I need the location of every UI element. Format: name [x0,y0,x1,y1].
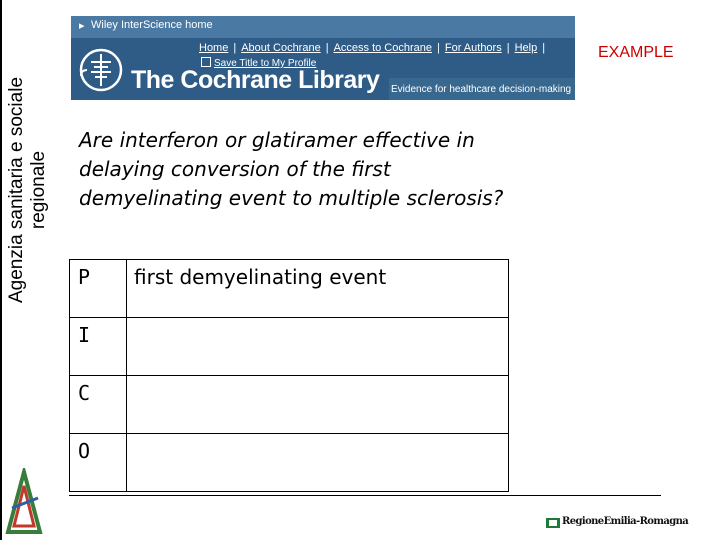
pico-value-cell: first demyelinating event [126,259,509,318]
table-row: P first demyelinating event [69,259,509,318]
left-edge-line [0,0,2,540]
home-arrow-icon: ▸ [79,19,85,32]
example-label: EXAMPLE [598,44,674,61]
banner-nav: Home | About Cochrane | Access to Cochrane | F… [199,42,546,54]
cochrane-library-title: The Cochrane Library [131,66,380,94]
agency-name-line2: regionale [28,150,49,230]
nav-authors-link[interactable]: For Authors [445,42,502,54]
cochrane-library-banner: ▸ Wiley InterScience home Home | About Coc… [71,16,575,100]
table-row: I [69,317,509,376]
cochrane-logo-icon [79,48,123,92]
pico-letter-cell: P [69,259,127,318]
pico-letter: I [78,323,91,347]
banner-tagline: Evidence for healthcare decision-making [391,84,572,95]
agency-name-line1: Agenzia sanitaria e sociale [6,76,27,304]
region-logo-text: RegioneEmilia-Romagna [562,516,689,527]
nav-help-link[interactable]: Help [515,42,538,54]
region-flag-icon [546,518,560,528]
clinical-question: Are interferon or glatiramer effective i… [79,128,504,210]
pico-table: P first demyelinating event I C O [69,259,509,492]
nav-access-link[interactable]: Access to Cochrane [334,42,432,54]
nav-home-link[interactable]: Home [199,42,228,54]
agency-corner-logo-icon [5,468,43,534]
pico-letter-cell: C [69,375,127,434]
pico-letter: P [78,265,91,289]
wiley-home-link[interactable]: Wiley InterScience home [91,19,213,31]
pico-value-cell [126,433,509,492]
pico-letter: O [78,439,91,463]
pico-letter-cell: I [69,317,127,376]
pico-value-cell [126,317,509,376]
pico-letter: C [78,381,91,405]
pico-letter-cell: O [69,433,127,492]
agency-vertical-title: Agenzia sanitaria e sociale regionale [6,0,72,380]
table-row: C [69,375,509,434]
pico-value-cell [126,375,509,434]
regione-emilia-romagna-logo: RegioneEmilia-Romagna [546,516,689,532]
table-row: O [69,433,509,492]
nav-about-link[interactable]: About Cochrane [241,42,321,54]
footer-divider [69,495,661,496]
banner-top-bar: ▸ Wiley InterScience home [71,16,575,38]
